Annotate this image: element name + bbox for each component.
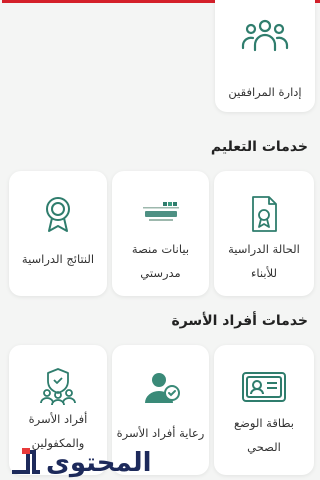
children-study-status-card[interactable]: الحالة الدراسية للأبناء — [214, 171, 314, 296]
study-results-card[interactable]: النتائج الدراسية — [9, 171, 107, 296]
family-shield-icon — [39, 367, 77, 406]
certificate-icon — [249, 195, 279, 233]
award-ribbon-icon — [43, 195, 73, 233]
id-card-icon — [241, 371, 287, 403]
education-services-title: خدمات التعليم — [210, 139, 308, 155]
madrasati-platform-label: بيانات منصة مدرستي — [131, 242, 190, 280]
health-status-label: بطاقة الوضع الصحي — [234, 416, 294, 454]
study-results-label: النتائج الدراسية — [21, 252, 95, 266]
user-care-icon — [141, 371, 181, 405]
family-members-services-title: خدمات أفراد الأسرة — [171, 313, 308, 329]
watermark-text: المحتوى — [46, 448, 152, 478]
watermark-logo-icon — [8, 446, 42, 476]
site-watermark: المحتوى — [8, 446, 152, 476]
madrasati-logo-icon — [141, 201, 181, 223]
madrasati-platform-card[interactable]: بيانات منصة مدرستي — [112, 171, 209, 296]
escorts-management-label: إدارة المرافقين — [228, 85, 302, 99]
people-group-icon — [241, 18, 289, 52]
children-study-status-label: الحالة الدراسية للأبناء — [228, 242, 300, 280]
escorts-management-card[interactable]: إدارة المرافقين — [215, 0, 315, 112]
health-status-card[interactable]: بطاقة الوضع الصحي — [214, 345, 314, 475]
family-care-label: رعاية أفراد الأسرة — [116, 426, 205, 440]
